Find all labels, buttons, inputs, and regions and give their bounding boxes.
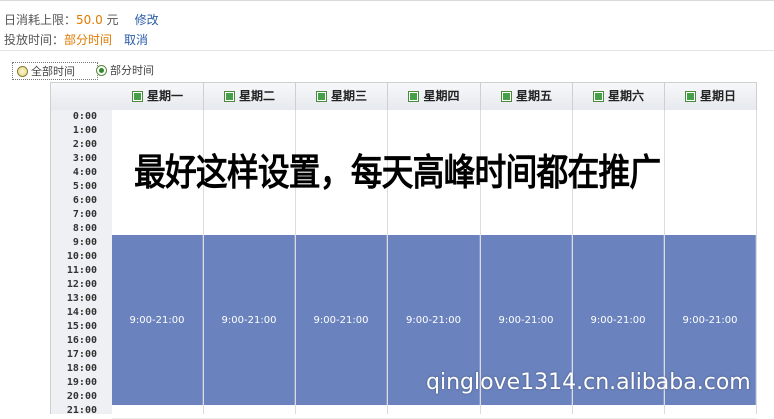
day-checkbox-icon[interactable] [131, 91, 143, 102]
hour-label: 3:00 [72, 153, 97, 164]
day-header[interactable]: 星期四 [388, 83, 481, 110]
hour-label: 15:00 [66, 321, 97, 332]
hour-label: 9:00 [72, 237, 97, 248]
hour-label: 8:00 [72, 223, 97, 234]
day-header[interactable]: 星期六 [573, 83, 665, 110]
budget-value: 50.0 [76, 13, 103, 27]
hour-label: 4:00 [72, 167, 97, 178]
time-block-label: 9:00-21:00 [313, 314, 369, 326]
day-checkbox-icon[interactable] [223, 91, 235, 102]
day-checkbox-icon[interactable] [592, 91, 604, 102]
hour-label: 20:00 [66, 391, 97, 402]
day-label: 星期日 [699, 89, 736, 103]
selected-time-block[interactable]: 9:00-21:00 [296, 235, 387, 405]
radio-partial-time-label: 部分时间 [110, 64, 154, 77]
time-block-label: 9:00-21:00 [406, 314, 461, 326]
day-column[interactable]: 9:00-21:00 [665, 110, 757, 414]
hour-label: 18:00 [66, 363, 97, 374]
day-label: 星期四 [423, 89, 460, 103]
hour-label: 16:00 [66, 335, 97, 346]
hour-label: 11:00 [66, 265, 97, 276]
hour-label: 17:00 [66, 349, 97, 360]
edit-budget-link[interactable]: 修改 [135, 13, 159, 27]
hour-label: 12:00 [66, 279, 97, 290]
top-border [0, 0, 774, 5]
radio-all-time[interactable]: 全部时间 [12, 62, 98, 80]
hour-label: 14:00 [66, 307, 97, 318]
hour-column: 0:00 1:00 2:00 3:00 4:00 5:00 6:00 7:00 8:00 9:00… [51, 110, 113, 416]
watermark-text: qinglove1314.cn.alibaba.com [426, 370, 751, 395]
radio-on-icon [96, 65, 107, 76]
radio-partial-time[interactable]: 部分时间 [96, 62, 196, 80]
selected-time-block[interactable]: 9:00-21:00 [112, 235, 203, 405]
budget-label: 日消耗上限： [4, 13, 77, 27]
hour-label: 7:00 [72, 209, 97, 220]
radio-off-icon [17, 66, 28, 77]
hour-label: 6:00 [72, 195, 97, 206]
hour-label: 2:00 [72, 139, 97, 150]
time-block-label: 9:00-21:00 [221, 314, 277, 326]
day-header[interactable]: 星期二 [204, 83, 296, 110]
annotation-overlay-text: 最好这样设置，每天高峰时间都在推广 [134, 151, 661, 194]
schedule-grid: 0:00 1:00 2:00 3:00 4:00 5:00 6:00 7:00 8:00 9:00… [50, 82, 757, 419]
day-header[interactable]: 星期日 [665, 83, 757, 110]
day-label: 星期六 [607, 89, 644, 103]
day-checkbox-icon[interactable] [408, 91, 420, 102]
day-label: 星期三 [330, 89, 367, 103]
selected-time-block[interactable]: 9:00-21:00 [204, 235, 295, 405]
day-label: 星期五 [515, 89, 552, 103]
schedule-value: 部分时间 [64, 33, 113, 47]
hour-label: 21:00 [66, 405, 97, 416]
budget-unit: 元 [102, 13, 119, 27]
cancel-schedule-link[interactable]: 取消 [124, 33, 148, 47]
day-header[interactable]: 星期一 [112, 83, 204, 110]
hour-label: 10:00 [66, 251, 97, 262]
budget-row: 日消耗上限：50.0 元 修改 [4, 12, 159, 28]
day-header[interactable]: 星期五 [481, 83, 573, 110]
radio-all-time-label: 全部时间 [31, 65, 75, 78]
hour-label: 5:00 [72, 181, 97, 192]
time-block-label: 9:00-21:00 [682, 314, 738, 326]
day-checkbox-icon[interactable] [315, 91, 327, 102]
day-header[interactable]: 星期三 [296, 83, 388, 110]
time-block-label: 9:00-21:00 [498, 314, 554, 326]
hour-label: 13:00 [66, 293, 97, 304]
time-block-label: 9:00-21:00 [590, 314, 646, 326]
day-label: 星期一 [146, 89, 183, 103]
hour-label: 1:00 [72, 125, 97, 136]
section-divider [0, 50, 774, 51]
schedule-label: 投放时间： [4, 33, 65, 47]
hour-label: 19:00 [66, 377, 97, 388]
day-checkbox-icon[interactable] [500, 91, 512, 102]
day-checkbox-icon[interactable] [684, 91, 696, 102]
time-block-label: 9:00-21:00 [129, 314, 185, 326]
hour-label: 0:00 [72, 111, 97, 122]
day-label: 星期二 [238, 89, 275, 103]
schedule-summary-row: 投放时间：部分时间 取消 [4, 32, 148, 48]
